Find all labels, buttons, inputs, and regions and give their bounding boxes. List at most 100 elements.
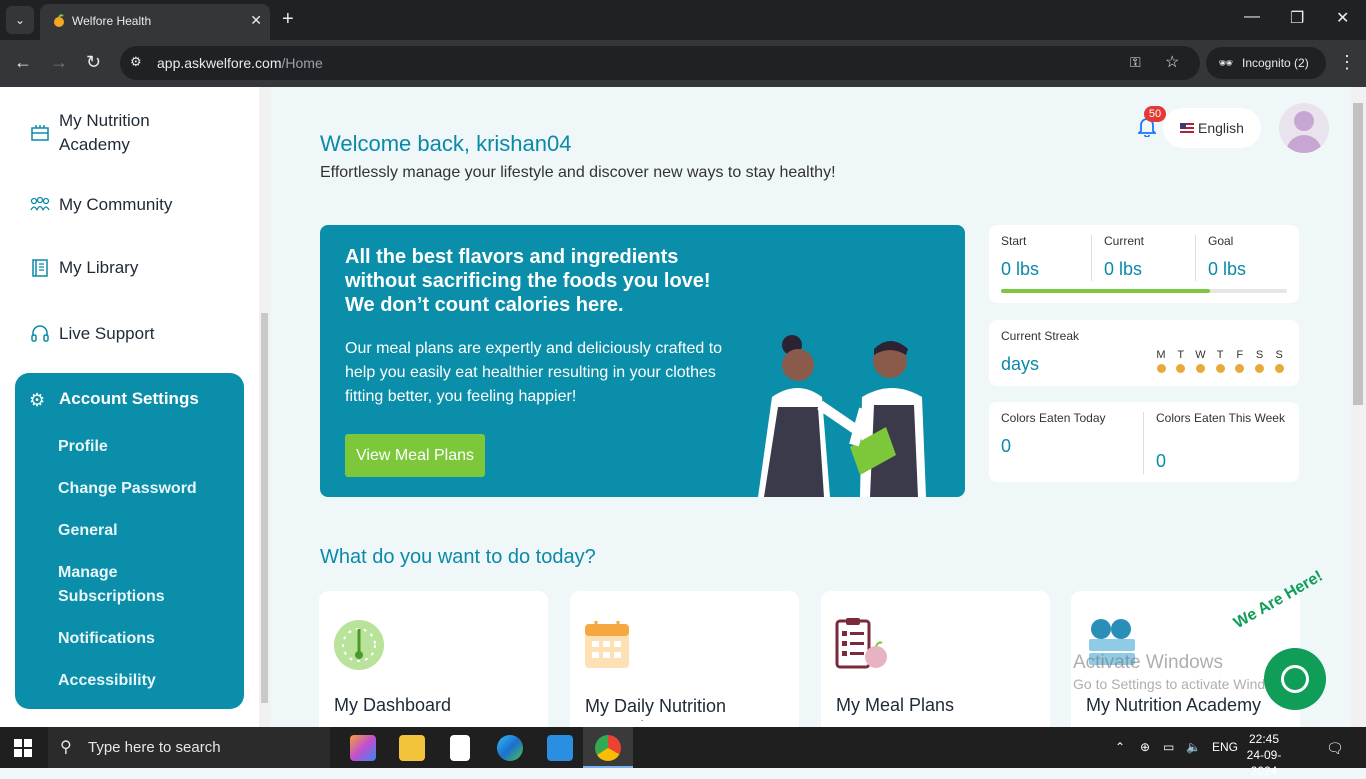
banner-headline: All the best flavors and ingredients wit… xyxy=(345,246,711,316)
colors-week-label: Colors Eaten This Week xyxy=(1156,411,1285,425)
tagline: Effortlessly manage your lifestyle and d… xyxy=(320,164,836,181)
tile-my-dashboard[interactable]: My Dashboard xyxy=(319,591,548,741)
start-value: 0 lbs xyxy=(1001,259,1040,279)
chat-button[interactable] xyxy=(1264,648,1326,710)
streak-day-dot xyxy=(1215,364,1225,373)
language-selector[interactable]: English xyxy=(1163,108,1261,148)
streak-day-label: T xyxy=(1177,349,1185,361)
streak-day: F xyxy=(1234,349,1246,373)
bookmark-star-icon[interactable]: ☆ xyxy=(1165,52,1179,72)
back-icon[interactable]: ← xyxy=(14,52,32,73)
windows-taskbar: ⚲ Type here to search ⌃ ⊕ ▭ 🔈 ENG 22:45 … xyxy=(0,727,1366,778)
colors-week-value: 0 xyxy=(1156,451,1167,471)
volume-icon[interactable]: 🔈 xyxy=(1186,740,1201,754)
sidebar-item-label: My Nutrition Academy xyxy=(59,111,150,154)
copilot-icon[interactable] xyxy=(350,735,376,761)
minimize-icon[interactable]: — xyxy=(1244,8,1260,26)
browser-tab-strip: ⌄ Welfore Health ✕ + — ❐ ✕ xyxy=(0,0,1366,40)
file-explorer-icon[interactable] xyxy=(399,735,425,761)
vscode-icon[interactable] xyxy=(547,735,573,761)
close-window-icon[interactable]: ✕ xyxy=(1336,8,1349,28)
chrome-icon xyxy=(595,735,621,761)
avatar[interactable] xyxy=(1279,103,1329,153)
tile-label: My Meal Plans xyxy=(836,695,955,715)
language-label: English xyxy=(1198,120,1244,136)
streak-day-label: W xyxy=(1195,349,1206,361)
new-tab-icon[interactable]: + xyxy=(282,8,294,31)
tab-search-button[interactable]: ⌄ xyxy=(6,6,34,34)
view-meal-plans-button[interactable]: View Meal Plans xyxy=(345,434,485,477)
sidebar-item-label: Live Support xyxy=(59,324,155,343)
tray-chevron-icon[interactable]: ⌃ xyxy=(1115,740,1125,754)
notification-badge: 50 xyxy=(1144,106,1166,122)
streak-day-dot xyxy=(1176,364,1186,373)
notification-center-icon[interactable]: 🗨 xyxy=(1326,740,1344,757)
tile-my-meal-plans[interactable]: My Meal Plans xyxy=(821,591,1050,741)
goal-value: 0 lbs xyxy=(1208,259,1247,279)
site-info-icon[interactable]: ⚙ xyxy=(130,54,142,70)
battery-icon[interactable]: ▭ xyxy=(1163,740,1174,754)
streak-day-label: S xyxy=(1255,349,1264,361)
incognito-label: Incognito (2) xyxy=(1242,56,1309,70)
tile-daily-nutrition-journal[interactable]: My Daily Nutrition Journal xyxy=(570,591,799,741)
menu-kebab-icon[interactable]: ⋮ xyxy=(1338,52,1356,73)
windows-start-icon[interactable] xyxy=(14,739,32,757)
tile-label: My Nutrition Academy xyxy=(1086,695,1262,715)
settings-item-change-password[interactable]: Change Password xyxy=(58,477,197,501)
weight-progress-bar xyxy=(1001,289,1287,293)
tile-label: My Daily Nutrition Journal xyxy=(585,696,727,721)
close-tab-icon[interactable]: ✕ xyxy=(250,12,262,29)
browser-tab[interactable]: Welfore Health ✕ xyxy=(40,4,270,40)
network-icon[interactable]: ⊕ xyxy=(1140,740,1150,754)
settings-item-notifications[interactable]: Notifications xyxy=(58,627,155,651)
streak-card: Current Streak days MTWTFSS xyxy=(989,320,1299,386)
us-flag-icon xyxy=(1180,123,1194,133)
main-scrollbar[interactable] xyxy=(1350,87,1366,727)
streak-day-label: T xyxy=(1216,349,1224,361)
account-settings-heading[interactable]: Account Settings xyxy=(59,389,199,409)
reload-icon[interactable]: ↻ xyxy=(86,52,101,73)
language-indicator[interactable]: ENG xyxy=(1212,740,1238,754)
streak-day-label: S xyxy=(1275,349,1283,361)
streak-day: S xyxy=(1254,349,1266,373)
incognito-icon: 🕶 xyxy=(1218,56,1234,70)
meal-plan-clipboard-icon xyxy=(835,618,887,669)
chrome-taskbar-button[interactable] xyxy=(583,727,633,768)
notepad-icon[interactable] xyxy=(450,735,470,761)
colors-today-label: Colors Eaten Today xyxy=(1001,411,1106,425)
main-content: Welcome back, krishan04 Effortlessly man… xyxy=(270,87,1350,741)
edge-icon[interactable] xyxy=(497,735,523,761)
settings-item-manage-subscriptions[interactable]: Manage Subscriptions xyxy=(58,561,188,609)
incognito-button[interactable]: 🕶 Incognito (2) xyxy=(1206,47,1326,79)
settings-item-accessibility[interactable]: Accessibility xyxy=(58,669,156,693)
search-icon: ⚲ xyxy=(60,739,72,756)
streak-day-label: F xyxy=(1236,349,1244,361)
streak-day-dot xyxy=(1195,364,1205,373)
password-key-icon[interactable]: ⚿ xyxy=(1130,54,1141,71)
streak-day: W xyxy=(1194,349,1206,373)
streak-day: M xyxy=(1155,349,1167,373)
taskbar-clock[interactable]: 22:45 24-09-2024 xyxy=(1236,731,1292,779)
address-bar[interactable]: ⚙ app.askwelfore.com/Home ⚿ ☆ xyxy=(120,46,1200,80)
todo-section-title: What do you want to do today? xyxy=(320,546,596,568)
restore-icon[interactable]: ❐ xyxy=(1290,8,1304,28)
academy-icon xyxy=(30,123,50,143)
streak-week: MTWTFSS xyxy=(1155,349,1295,379)
community-icon xyxy=(30,195,50,215)
goal-label: Goal xyxy=(1208,234,1234,248)
calendar-icon xyxy=(585,621,629,668)
tile-label: My Dashboard xyxy=(334,695,452,715)
welfore-favicon-icon xyxy=(54,14,64,27)
settings-item-profile[interactable]: Profile xyxy=(58,435,108,459)
library-icon xyxy=(30,258,50,278)
streak-day-dot xyxy=(1274,364,1284,373)
settings-item-general[interactable]: General xyxy=(58,519,118,543)
sidebar-scrollbar[interactable] xyxy=(259,87,270,727)
colors-today-value: 0 xyxy=(1001,436,1012,456)
current-label: Current xyxy=(1104,234,1145,248)
streak-day-dot xyxy=(1156,364,1166,373)
streak-day-label: M xyxy=(1156,349,1166,361)
taskbar-search-box[interactable]: ⚲ Type here to search xyxy=(48,727,330,768)
forward-icon[interactable]: → xyxy=(50,52,68,73)
headset-icon xyxy=(30,324,50,344)
